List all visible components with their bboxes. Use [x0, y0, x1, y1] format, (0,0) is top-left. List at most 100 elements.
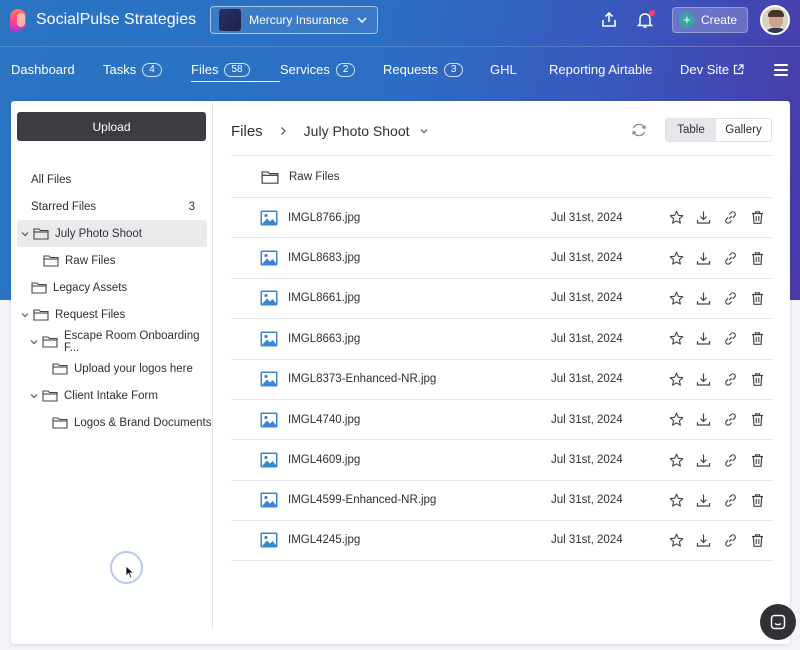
- chevron-down-icon[interactable]: [20, 310, 30, 320]
- nav-files[interactable]: Files 58: [191, 47, 280, 93]
- nav-dashboard[interactable]: Dashboard: [11, 47, 103, 93]
- tree-request-files[interactable]: Request Files: [11, 301, 213, 328]
- download-icon[interactable]: [696, 372, 711, 387]
- download-icon[interactable]: [696, 331, 711, 346]
- menu-icon[interactable]: [774, 64, 788, 76]
- tree-all-files[interactable]: All Files: [11, 166, 213, 193]
- chevron-down-icon[interactable]: [20, 229, 30, 239]
- link-icon[interactable]: [723, 210, 738, 225]
- gallery-view-button[interactable]: Gallery: [716, 119, 771, 141]
- refresh-icon[interactable]: [630, 121, 648, 139]
- file-date: Jul 31st, 2024: [551, 252, 623, 265]
- trash-icon[interactable]: [750, 210, 765, 225]
- star-icon[interactable]: [669, 210, 684, 225]
- trash-icon[interactable]: [750, 533, 765, 548]
- link-icon[interactable]: [723, 453, 738, 468]
- trash-icon[interactable]: [750, 251, 765, 266]
- tree-label: Client Intake Form: [64, 389, 158, 402]
- file-list-area: Files July Photo Shoot Table Gallery Raw…: [231, 101, 790, 641]
- tree-july-photo-shoot[interactable]: July Photo Shoot: [17, 220, 207, 247]
- brand-logo-icon[interactable]: [10, 7, 30, 33]
- chevron-down-icon[interactable]: [29, 391, 39, 401]
- tree-legacy-assets[interactable]: Legacy Assets: [11, 274, 213, 301]
- download-icon[interactable]: [696, 291, 711, 306]
- breadcrumb-current-folder[interactable]: July Photo Shoot: [304, 123, 410, 139]
- star-icon[interactable]: [669, 291, 684, 306]
- download-icon[interactable]: [696, 533, 711, 548]
- folder-row-raw-files[interactable]: Raw Files: [231, 155, 772, 197]
- create-button[interactable]: + Create: [671, 7, 748, 33]
- star-icon[interactable]: [669, 251, 684, 266]
- link-icon[interactable]: [723, 251, 738, 266]
- star-icon[interactable]: [669, 453, 684, 468]
- star-icon[interactable]: [669, 372, 684, 387]
- notifications-button[interactable]: [632, 7, 658, 33]
- file-row[interactable]: IMGL8766.jpg Jul 31st, 2024: [231, 197, 772, 237]
- tree-raw-files[interactable]: Raw Files: [11, 247, 213, 274]
- trash-icon[interactable]: [750, 372, 765, 387]
- workspace-selector[interactable]: Mercury Insurance: [210, 6, 379, 34]
- star-icon[interactable]: [669, 331, 684, 346]
- download-icon[interactable]: [696, 493, 711, 508]
- file-row[interactable]: IMGL4740.jpg Jul 31st, 2024: [231, 398, 772, 439]
- file-row[interactable]: IMGL4245.jpg Jul 31st, 2024: [231, 520, 772, 561]
- trash-icon[interactable]: [750, 331, 765, 346]
- chevron-down-icon[interactable]: [29, 337, 39, 347]
- star-icon[interactable]: [669, 493, 684, 508]
- folder-icon: [43, 255, 59, 267]
- file-row[interactable]: IMGL4599-Enhanced-NR.jpg Jul 31st, 2024: [231, 479, 772, 520]
- row-actions: [669, 493, 777, 508]
- trash-icon[interactable]: [750, 493, 765, 508]
- file-row[interactable]: IMGL8663.jpg Jul 31st, 2024: [231, 318, 772, 358]
- row-actions: [669, 453, 777, 468]
- file-row[interactable]: IMGL8683.jpg Jul 31st, 2024: [231, 237, 772, 277]
- nav-reporting-airtable[interactable]: Reporting Airtable: [549, 47, 680, 93]
- tree-upload-logos[interactable]: Upload your logos here: [11, 355, 213, 382]
- tree-label: Legacy Assets: [53, 281, 128, 294]
- file-row[interactable]: IMGL4609.jpg Jul 31st, 2024: [231, 439, 772, 479]
- nav-services[interactable]: Services 2: [280, 47, 383, 93]
- file-name: IMGL4740.jpg: [288, 413, 361, 426]
- link-icon[interactable]: [723, 372, 738, 387]
- folder-icon: [52, 363, 68, 375]
- nav-tasks[interactable]: Tasks 4: [103, 47, 191, 93]
- chevron-down-icon[interactable]: [419, 126, 429, 136]
- star-icon[interactable]: [669, 412, 684, 427]
- user-avatar[interactable]: [760, 5, 790, 35]
- upload-button[interactable]: Upload: [17, 112, 206, 141]
- folder-icon: [52, 417, 68, 429]
- link-icon[interactable]: [723, 331, 738, 346]
- file-row[interactable]: IMGL8373-Enhanced-NR.jpg Jul 31st, 2024: [231, 358, 772, 399]
- download-icon[interactable]: [696, 453, 711, 468]
- tree-starred-files[interactable]: Starred Files 3: [11, 193, 213, 220]
- link-icon[interactable]: [723, 291, 738, 306]
- file-name: IMGL4599-Enhanced-NR.jpg: [288, 494, 437, 507]
- star-icon[interactable]: [669, 533, 684, 548]
- chat-launcher-button[interactable]: [760, 604, 796, 640]
- nav-requests[interactable]: Requests 3: [383, 47, 490, 93]
- tree-escape-room-onboarding[interactable]: Escape Room Onboarding F...: [11, 328, 213, 355]
- download-icon[interactable]: [696, 412, 711, 427]
- breadcrumb-files[interactable]: Files: [231, 123, 263, 140]
- image-file-icon: [260, 371, 278, 387]
- tree-client-intake-form[interactable]: Client Intake Form: [11, 382, 213, 409]
- share-button[interactable]: [596, 7, 622, 33]
- trash-icon[interactable]: [750, 412, 765, 427]
- nav-ghl[interactable]: GHL: [490, 47, 549, 93]
- nav-dev-site[interactable]: Dev Site: [680, 47, 760, 93]
- folder-tree: All Files Starred Files 3 July Photo Sho…: [11, 166, 213, 436]
- trash-icon[interactable]: [750, 453, 765, 468]
- link-icon[interactable]: [723, 412, 738, 427]
- tree-logos-brand-documents[interactable]: Logos & Brand Documents: [11, 409, 213, 436]
- download-icon[interactable]: [696, 251, 711, 266]
- download-icon[interactable]: [696, 210, 711, 225]
- brand-name[interactable]: SocialPulse Strategies: [36, 11, 196, 29]
- tree-label: All Files: [31, 173, 72, 186]
- link-icon[interactable]: [723, 533, 738, 548]
- table-view-button[interactable]: Table: [666, 119, 716, 141]
- link-icon[interactable]: [723, 493, 738, 508]
- file-row[interactable]: IMGL8661.jpg Jul 31st, 2024: [231, 277, 772, 318]
- folder-icon: [261, 170, 279, 184]
- trash-icon[interactable]: [750, 291, 765, 306]
- file-date: Jul 31st, 2024: [551, 211, 623, 224]
